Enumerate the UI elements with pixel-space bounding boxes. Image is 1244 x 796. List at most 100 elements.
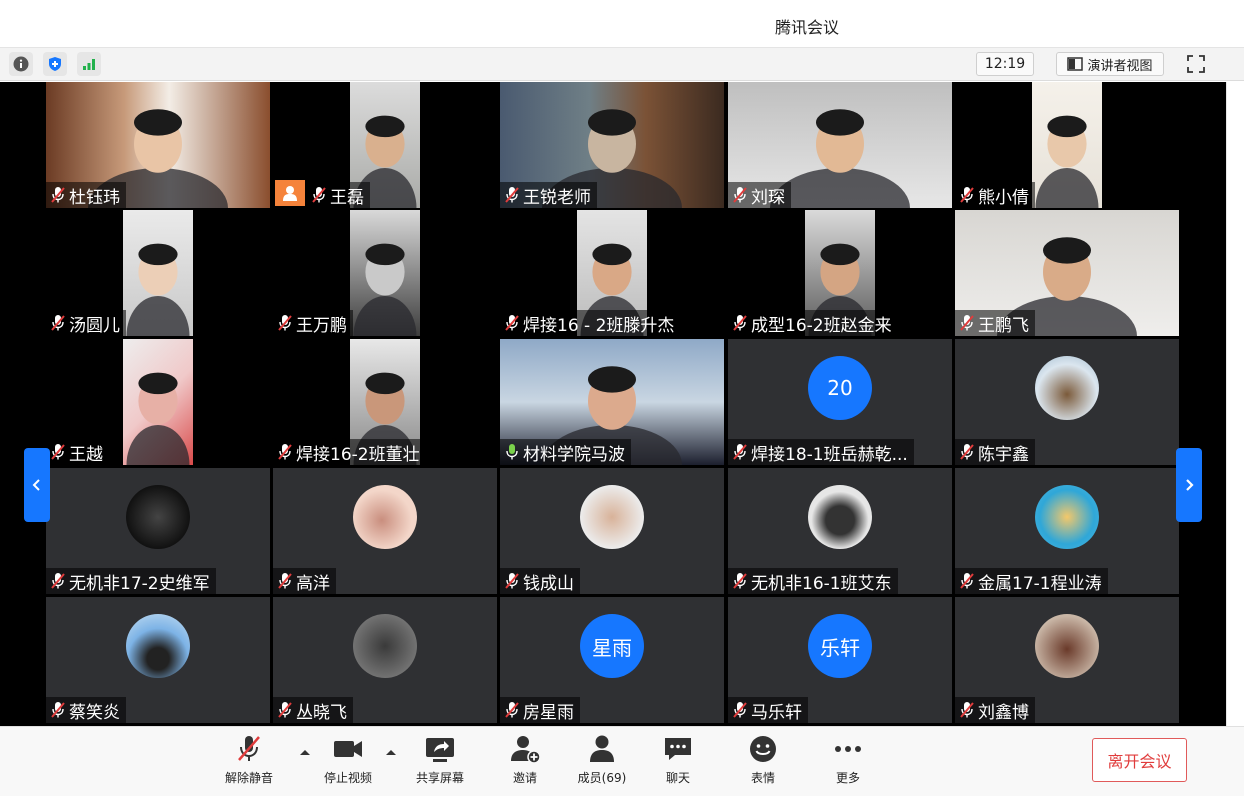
participant-name: 王鹏飞 <box>978 315 1029 336</box>
muted-microphone-icon <box>238 736 260 761</box>
previous-page-button[interactable] <box>24 448 50 522</box>
participant-name-tag: 王锐老师 <box>500 182 597 208</box>
microphone-muted-icon <box>312 187 326 203</box>
participant-name-tag: 蔡笑炎 <box>46 697 126 723</box>
more-button[interactable]: 更多 <box>816 733 880 791</box>
microphone-muted-icon <box>733 187 747 203</box>
emoji-button[interactable]: 表情 <box>731 733 795 791</box>
share-screen-button[interactable]: 共享屏幕 <box>408 733 472 791</box>
person-icon <box>283 186 297 201</box>
participant-tile[interactable]: 乐轩 马乐轩 <box>728 597 952 723</box>
participant-video <box>123 339 193 465</box>
participant-name-tag: 杜钰玮 <box>46 182 126 208</box>
video-camera-icon <box>334 741 362 757</box>
fullscreen-button[interactable] <box>1184 52 1208 76</box>
participant-name: 焊接18-1班岳赫乾... <box>751 444 908 465</box>
participant-tile[interactable]: 王锐老师 <box>500 82 724 208</box>
emoji-label: 表情 <box>750 771 775 785</box>
video-options-caret-icon[interactable] <box>384 745 398 759</box>
share-screen-label: 共享屏幕 <box>415 771 464 785</box>
members-icon <box>590 735 614 762</box>
participant-tile[interactable]: 王磊 <box>273 82 497 208</box>
participant-tile[interactable]: 高洋 <box>273 468 497 594</box>
participant-name-tag: 钱成山 <box>500 568 580 594</box>
microphone-muted-icon <box>505 573 519 589</box>
microphone-muted-icon <box>960 444 974 460</box>
participant-tile[interactable]: 王鹏飞 <box>955 210 1179 336</box>
participant-tile[interactable]: 成型16-2班赵金来 <box>728 210 952 336</box>
participant-silhouette <box>1035 115 1099 208</box>
next-page-button[interactable] <box>1176 448 1202 522</box>
microphone-muted-icon <box>733 315 747 331</box>
invite-button[interactable]: 邀请 <box>493 733 557 791</box>
participant-tile[interactable]: 陈宇鑫 <box>955 339 1179 465</box>
members-button[interactable]: 成员(69) <box>570 733 634 791</box>
network-status-button[interactable] <box>77 52 101 76</box>
chat-button[interactable]: 聊天 <box>646 733 710 791</box>
participant-name: 马乐轩 <box>751 702 802 723</box>
unmute-label: 解除静音 <box>224 771 273 785</box>
participant-tile[interactable]: 材料学院马波 <box>500 339 724 465</box>
video-gallery: 杜钰玮 王磊 王锐老师 刘琛 熊小倩汤圆儿 王万鹏 焊接16 - 2班滕升杰 成型16-2班赵… <box>0 82 1226 726</box>
participant-avatar <box>126 614 190 678</box>
participant-tile[interactable]: 杜钰玮 <box>46 82 270 208</box>
participant-tile[interactable]: 王万鹏 <box>273 210 497 336</box>
participant-name-tag: 材料学院马波 <box>500 439 631 465</box>
participant-tile[interactable]: 熊小倩 <box>955 82 1179 208</box>
speaker-view-button[interactable]: 演讲者视图 <box>1056 52 1164 76</box>
layout-icon <box>1067 57 1084 71</box>
participant-name-tag: 焊接18-1班岳赫乾... <box>728 439 914 465</box>
participant-avatar <box>353 614 417 678</box>
participant-name-tag: 刘鑫博 <box>955 697 1035 723</box>
participant-tile[interactable]: 焊接16-2班董壮 <box>273 339 497 465</box>
participant-tile[interactable]: 金属17-1程业涛 <box>955 468 1179 594</box>
info-button[interactable] <box>9 52 33 76</box>
microphone-muted-icon <box>51 187 65 203</box>
microphone-muted-icon <box>733 573 747 589</box>
participant-name-tag: 高洋 <box>273 568 336 594</box>
participant-tile[interactable]: 刘琛 <box>728 82 952 208</box>
participant-silhouette <box>126 243 190 336</box>
participant-name: 成型16-2班赵金来 <box>751 315 892 336</box>
leave-meeting-button[interactable]: 离开会议 <box>1092 738 1187 782</box>
participant-name: 王锐老师 <box>523 187 591 208</box>
more-dots-icon <box>835 746 861 752</box>
signal-icon <box>83 59 95 70</box>
microphone-muted-icon <box>733 444 747 460</box>
participant-name-tag: 马乐轩 <box>728 697 808 723</box>
unmute-button[interactable]: 解除静音 <box>217 733 281 791</box>
participant-tile[interactable]: 蔡笑炎 <box>46 597 270 723</box>
participant-tile[interactable]: 刘鑫博 <box>955 597 1179 723</box>
microphone-muted-icon <box>960 573 974 589</box>
participant-name: 汤圆儿 <box>69 315 120 336</box>
microphone-muted-icon <box>505 702 519 718</box>
participant-avatar <box>126 485 190 549</box>
chat-bubble-icon <box>665 738 691 760</box>
chat-label: 聊天 <box>665 771 690 785</box>
smiley-icon <box>750 736 776 762</box>
participant-tile[interactable]: 丛晓飞 <box>273 597 497 723</box>
participant-name-tag: 刘琛 <box>728 182 791 208</box>
participant-tile[interactable]: 钱成山 <box>500 468 724 594</box>
participant-name: 陈宇鑫 <box>978 444 1029 465</box>
participant-name: 丛晓飞 <box>296 702 347 723</box>
participant-name: 无机非17-2史维军 <box>69 573 210 594</box>
participant-avatar <box>1035 485 1099 549</box>
participant-tile[interactable]: 焊接16 - 2班滕升杰 <box>500 210 724 336</box>
audio-options-caret-icon[interactable] <box>298 745 312 759</box>
stop-video-button[interactable]: 停止视频 <box>316 733 380 791</box>
participant-name-tag: 焊接16 - 2班滕升杰 <box>500 310 681 336</box>
microphone-muted-icon <box>505 187 519 203</box>
participant-name-tag: 王越 <box>46 439 109 465</box>
security-button[interactable] <box>43 52 67 76</box>
add-person-icon <box>511 736 541 764</box>
microphone-muted-icon <box>278 573 292 589</box>
participant-tile[interactable]: 无机非16-1班艾东 <box>728 468 952 594</box>
participant-name-tag: 成型16-2班赵金来 <box>728 310 898 336</box>
participant-tile[interactable]: 星雨 房星雨 <box>500 597 724 723</box>
window-title: 腾讯会议 <box>774 18 839 37</box>
participant-tile[interactable]: 汤圆儿 <box>46 210 270 336</box>
participant-tile[interactable]: 20 焊接18-1班岳赫乾... <box>728 339 952 465</box>
participant-tile[interactable]: 无机非17-2史维军 <box>46 468 270 594</box>
participant-tile[interactable]: 王越 <box>46 339 270 465</box>
